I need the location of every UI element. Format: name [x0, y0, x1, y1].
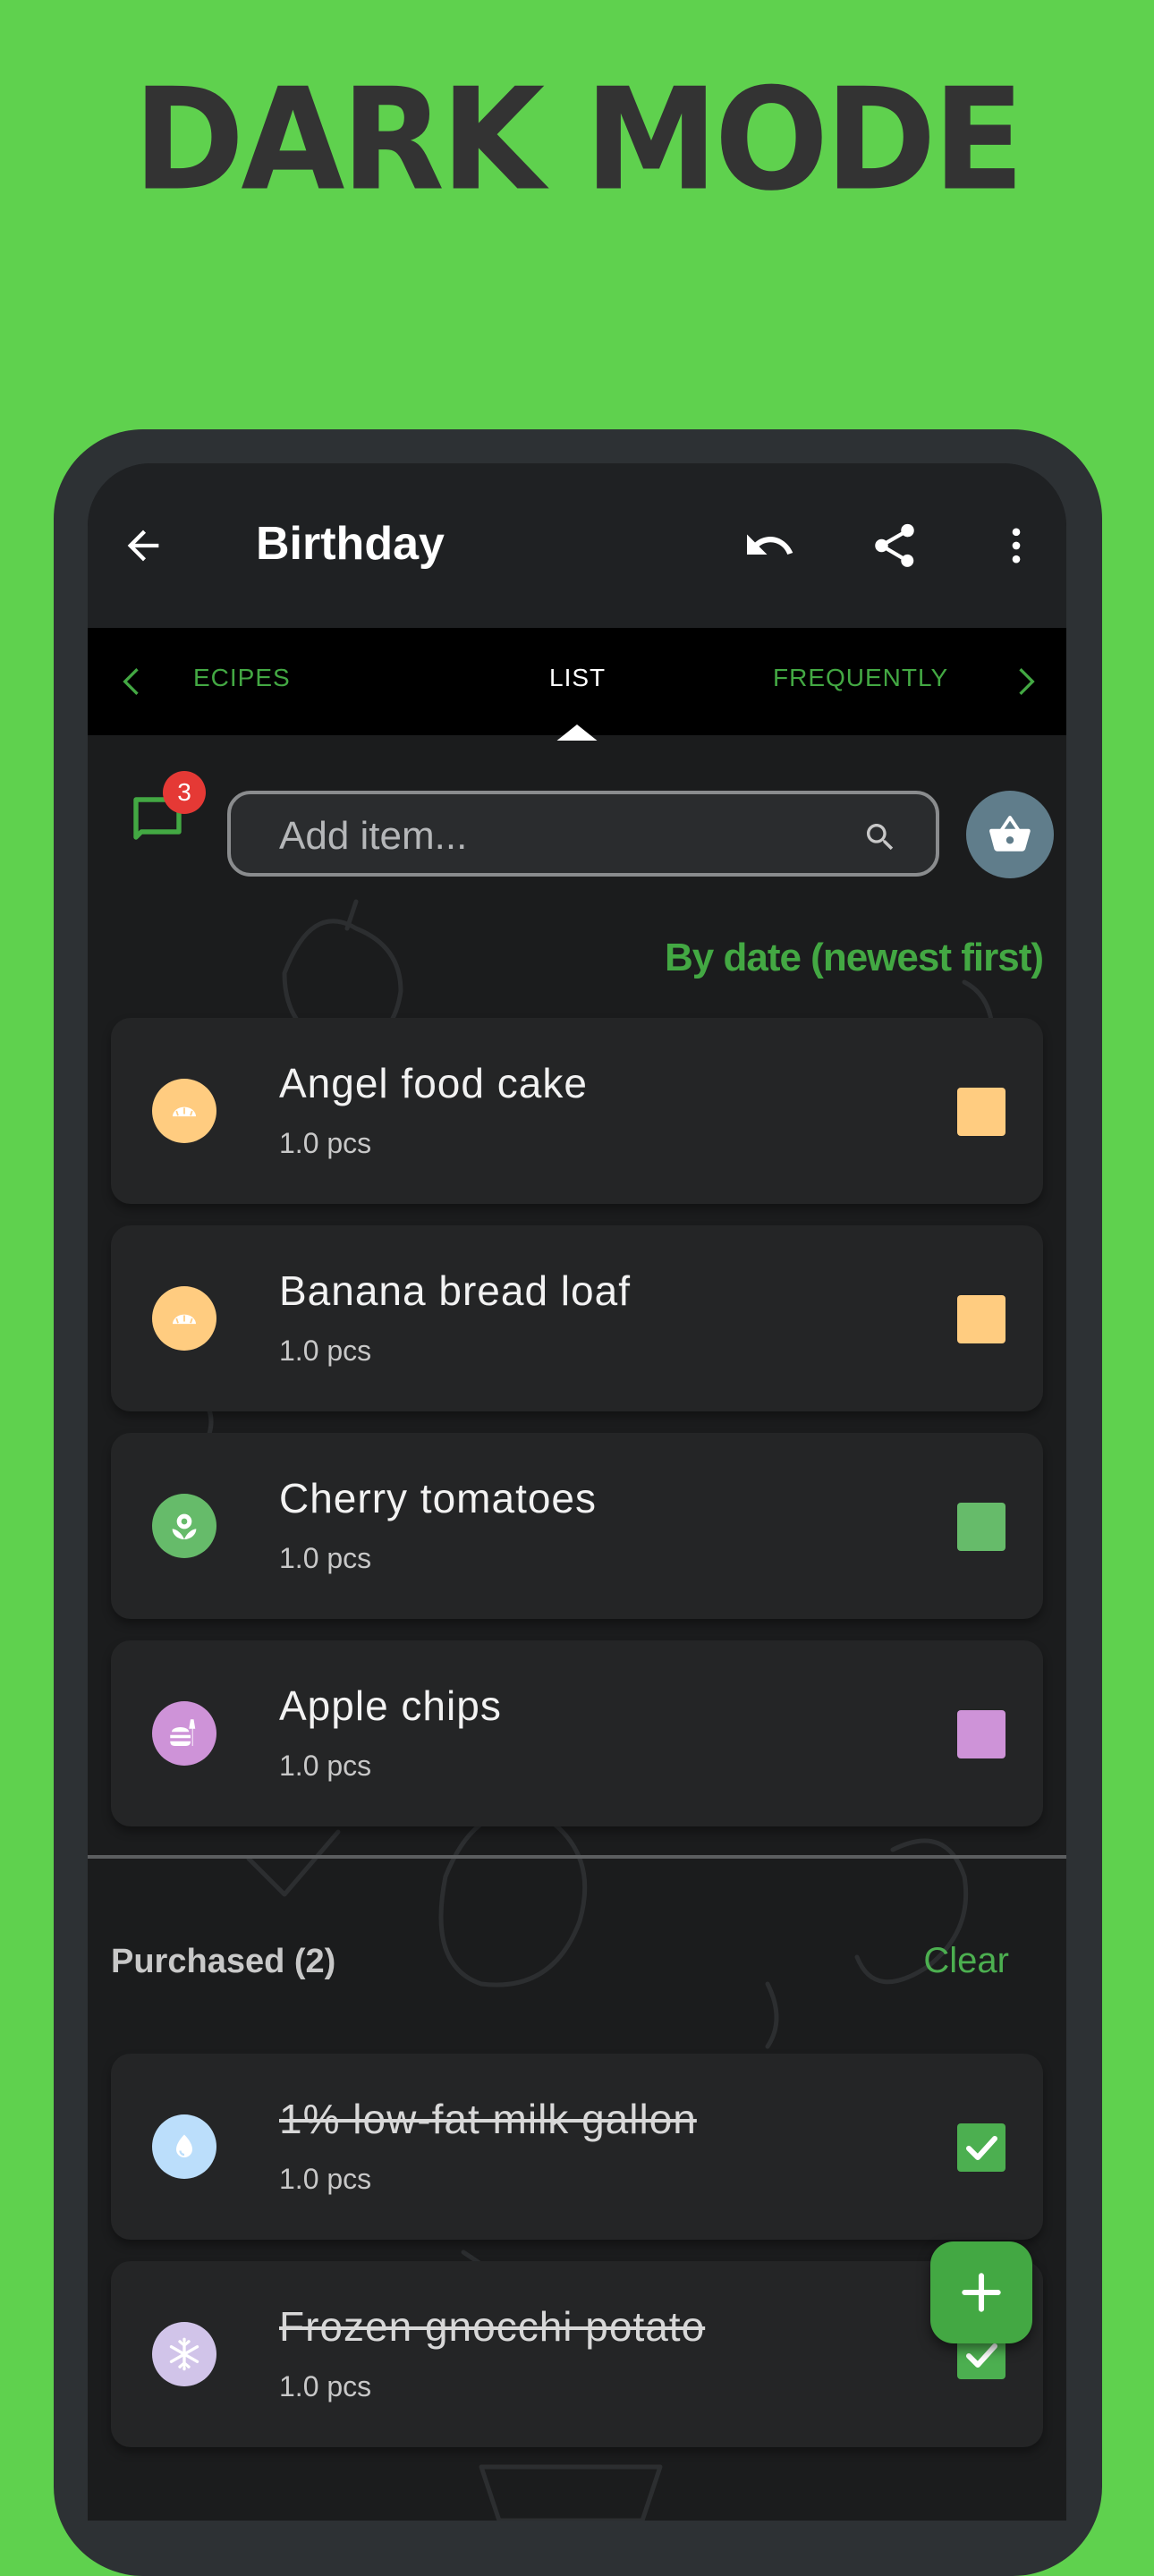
item-checkbox[interactable] [957, 1503, 1006, 1551]
list-title: Birthday [256, 518, 445, 570]
checked-checkbox[interactable] [957, 2123, 1006, 2172]
item-name: Banana bread loaf [279, 1267, 631, 1314]
list-item[interactable]: Angel food cake 1.0 pcs [111, 1018, 1043, 1204]
add-button[interactable] [930, 2241, 1032, 2343]
item-name: Cherry tomatoes [279, 1475, 598, 1521]
basket-button[interactable] [966, 791, 1054, 878]
purchased-item[interactable]: 1% low-fat milk gallon 1.0 pcs [111, 2054, 1043, 2240]
produce-icon [152, 1494, 216, 1558]
item-quantity: 1.0 pcs [279, 2163, 372, 2195]
item-checkbox[interactable] [957, 1088, 1006, 1136]
more-vert-icon[interactable] [984, 513, 1048, 578]
purchased-item[interactable]: Frozen gnocchi potato 1.0 pcs [111, 2261, 1043, 2447]
frozen-icon [152, 2322, 216, 2386]
item-checkbox[interactable] [957, 1295, 1006, 1343]
chevron-right-icon[interactable] [1002, 653, 1047, 710]
item-checkbox[interactable] [957, 1710, 1006, 1758]
undo-icon[interactable] [737, 513, 802, 578]
add-item-input[interactable] [277, 810, 818, 862]
sort-order-label[interactable]: By date (newest first) [665, 936, 1044, 980]
tab-indicator [556, 724, 598, 741]
search-icon[interactable] [862, 819, 898, 855]
tab-list[interactable]: LIST [549, 664, 606, 692]
clear-purchased-button[interactable]: Clear [923, 1941, 1009, 1981]
snacks-icon [152, 1701, 216, 1766]
item-name: Frozen gnocchi potato [279, 2303, 706, 2350]
add-item-field[interactable] [227, 791, 939, 877]
item-name: 1% low-fat milk gallon [279, 2096, 697, 2142]
item-quantity: 1.0 pcs [279, 1750, 372, 1782]
item-name: Angel food cake [279, 1060, 588, 1106]
add-item-row: 3 [88, 750, 1066, 878]
list-item[interactable]: Banana bread loaf 1.0 pcs [111, 1225, 1043, 1411]
bakery-icon [152, 1079, 216, 1143]
item-quantity: 1.0 pcs [279, 1335, 372, 1367]
item-quantity: 1.0 pcs [279, 2370, 372, 2402]
basket-icon [989, 816, 1031, 852]
list-item[interactable]: Apple chips 1.0 pcs [111, 1640, 1043, 1826]
chat-badge: 3 [163, 771, 206, 814]
tab-frequently[interactable]: FREQUENTLY [773, 664, 948, 692]
arrow-back-icon[interactable] [111, 513, 175, 578]
dairy-icon [152, 2114, 216, 2179]
item-quantity: 1.0 pcs [279, 1127, 372, 1159]
bakery-icon [152, 1286, 216, 1351]
app-bar: Birthday [88, 463, 1066, 628]
purchased-header: Purchased (2) [111, 1943, 336, 1980]
item-quantity: 1.0 pcs [279, 1542, 372, 1574]
add-icon [962, 2273, 1001, 2312]
share-icon[interactable] [862, 513, 927, 578]
section-divider [88, 1855, 1066, 1859]
app-screen: Birthday ECIPES LIST FREQUENTLY 3 Add it… [88, 463, 1066, 2521]
item-name: Apple chips [279, 1682, 502, 1729]
headline: DARK MODE [132, 58, 1024, 223]
list-item[interactable]: Cherry tomatoes 1.0 pcs [111, 1433, 1043, 1619]
chevron-left-icon[interactable] [111, 653, 156, 710]
tab-recipes[interactable]: ECIPES [193, 664, 291, 692]
